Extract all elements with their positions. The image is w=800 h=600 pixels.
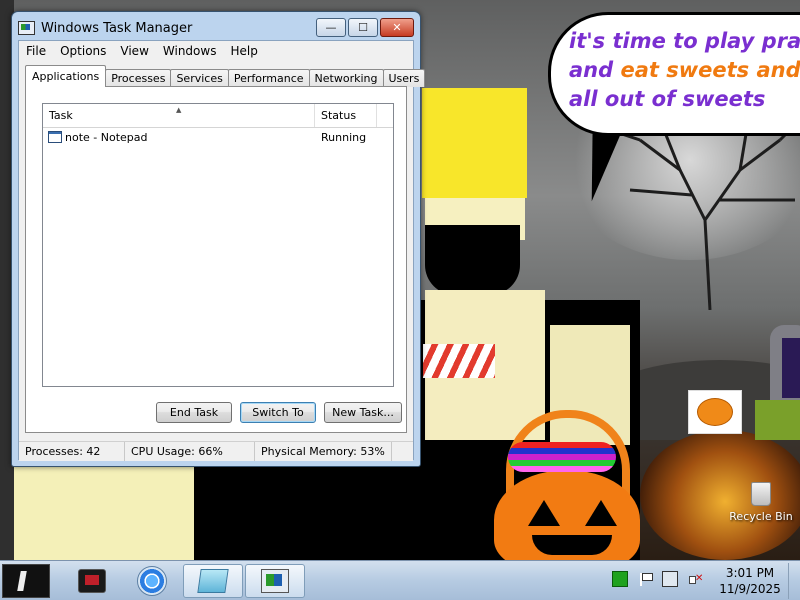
column-header-status[interactable]: Status xyxy=(315,104,377,127)
task-manager-window[interactable]: Windows Task Manager — ☐ ✕ File Options … xyxy=(11,11,426,467)
tab-performance[interactable]: Performance xyxy=(227,69,310,87)
basket-eye-left xyxy=(528,500,560,526)
taskbar-browser[interactable] xyxy=(122,564,182,598)
tab-users[interactable]: Users xyxy=(382,69,426,87)
menu-bar: File Options View Windows Help xyxy=(19,41,413,61)
pumpkin-icon xyxy=(697,398,733,426)
menu-windows[interactable]: Windows xyxy=(156,44,224,58)
start-icon xyxy=(17,571,27,591)
tab-services[interactable]: Services xyxy=(170,69,229,87)
new-task-button[interactable]: New Task... xyxy=(324,402,402,423)
display-icon[interactable] xyxy=(662,571,678,587)
taskbar-clock[interactable]: 3:01 PM 11/9/2025 xyxy=(712,565,788,597)
grass-patch xyxy=(755,400,800,440)
action-center-flag-icon[interactable] xyxy=(638,572,653,586)
basket-mouth xyxy=(532,535,612,555)
pumpkin-desktop-icon[interactable] xyxy=(688,390,742,434)
task-name: note - Notepad xyxy=(65,130,148,144)
bubble-line-2: and eat sweets and i xyxy=(569,56,800,85)
speech-bubble: it's time to play pra and eat sweets and… xyxy=(548,12,800,136)
recycle-bin-shortcut[interactable]: Recycle Bin xyxy=(726,482,796,523)
system-tray xyxy=(612,571,703,587)
character-cap xyxy=(422,88,527,198)
task-list-header: ▲ Task Status xyxy=(43,104,393,128)
window-title: Windows Task Manager xyxy=(41,20,193,36)
bubble-line-2a: and xyxy=(569,58,621,82)
bubble-line-3: all out of sweets xyxy=(569,87,766,111)
sort-arrow-icon: ▲ xyxy=(176,106,182,114)
menu-view[interactable]: View xyxy=(113,44,155,58)
minimize-button[interactable]: — xyxy=(316,18,346,37)
maximize-button[interactable]: ☐ xyxy=(348,18,378,37)
taskbar-notepad[interactable] xyxy=(183,564,243,598)
show-desktop-button[interactable] xyxy=(788,563,799,599)
start-button[interactable] xyxy=(2,564,50,598)
tab-applications[interactable]: Applications xyxy=(25,65,107,87)
recycle-bin-icon xyxy=(751,482,771,506)
clock-date: 11/9/2025 xyxy=(719,582,781,596)
task-status: Running xyxy=(321,130,367,144)
menu-options[interactable]: Options xyxy=(53,44,113,58)
menu-help[interactable]: Help xyxy=(223,44,264,58)
close-button[interactable]: ✕ xyxy=(380,18,414,37)
task-name-cell: note - Notepad xyxy=(43,131,315,144)
bubble-line-1: it's time to play pra xyxy=(569,29,800,53)
volume-muted-icon[interactable] xyxy=(688,572,703,586)
switch-to-button[interactable]: Switch To xyxy=(240,402,316,423)
status-processes: Processes: 42 xyxy=(19,442,125,461)
window-client-area: File Options View Windows Help Applicati… xyxy=(18,40,426,461)
task-manager-icon xyxy=(261,569,289,593)
task-manager-icon xyxy=(18,21,35,35)
table-row[interactable]: note - Notepad Running xyxy=(43,128,393,146)
character-face-shadow xyxy=(425,225,520,295)
tab-networking[interactable]: Networking xyxy=(308,69,384,87)
tab-strip: Applications Processes Services Performa… xyxy=(25,65,426,87)
notepad-icon xyxy=(48,131,62,143)
menu-file[interactable]: File xyxy=(19,44,53,58)
taskbar-task-manager[interactable] xyxy=(245,564,305,598)
network-icon[interactable] xyxy=(612,571,628,587)
recycle-bin-label: Recycle Bin xyxy=(729,510,793,523)
browser-icon xyxy=(137,566,167,596)
media-player-icon xyxy=(78,569,106,593)
taskbar-media-player[interactable] xyxy=(62,564,122,598)
status-bar: Processes: 42 CPU Usage: 66% Physical Me… xyxy=(19,441,413,461)
candy-in-basket xyxy=(508,442,616,472)
status-cpu-usage: CPU Usage: 66% xyxy=(125,442,255,461)
title-bar[interactable]: Windows Task Manager xyxy=(18,18,298,38)
basket-eye-right xyxy=(585,500,617,526)
maximize-icon: ☐ xyxy=(358,21,368,34)
tombstone-detail xyxy=(782,338,800,398)
striped-scarf xyxy=(423,344,495,378)
end-task-button[interactable]: End Task xyxy=(156,402,232,423)
notepad-icon xyxy=(197,569,229,593)
minimize-icon: — xyxy=(325,21,337,34)
taskbar: 3:01 PM 11/9/2025 xyxy=(0,560,800,600)
clock-time: 3:01 PM xyxy=(725,566,775,580)
applications-panel: ▲ Task Status note - Notepad Running End… xyxy=(25,86,407,433)
task-list[interactable]: ▲ Task Status note - Notepad Running xyxy=(42,103,394,387)
status-physical-memory: Physical Memory: 53% xyxy=(255,442,392,461)
close-icon: ✕ xyxy=(392,21,402,34)
bubble-line-2b: eat sweets and i xyxy=(620,58,800,82)
tab-processes[interactable]: Processes xyxy=(105,69,172,87)
